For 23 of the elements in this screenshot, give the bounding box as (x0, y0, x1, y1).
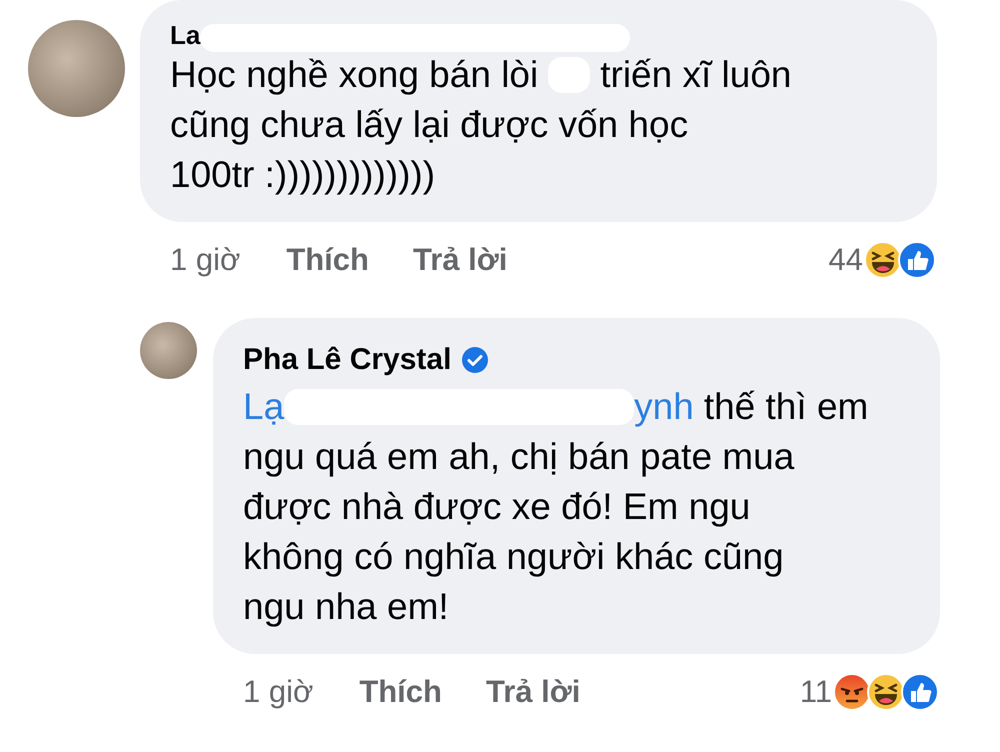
comment-text: thế thì em (704, 385, 868, 429)
comment-text: 100tr :))))))))))))) (170, 153, 436, 197)
comment-text: Học nghề xong bán lòi (170, 53, 538, 97)
thumbs-up-icon (897, 240, 937, 280)
comment-text: ngu quá em ah, chị bán pate mua (243, 435, 794, 479)
comment-text: triến xĩ luôn (600, 53, 792, 97)
like-link[interactable]: Thích (359, 674, 442, 710)
reaction-count[interactable]: 44 (828, 242, 863, 278)
thumbs-up-icon (900, 672, 940, 712)
timestamp: 1 giờ (243, 674, 314, 710)
author-name[interactable]: La (170, 20, 200, 50)
reply-link[interactable]: Trả lời (486, 674, 580, 710)
like-link[interactable]: Thích (286, 242, 369, 278)
reply-link[interactable]: Trả lời (412, 242, 508, 278)
timestamp: 1 giờ (170, 242, 240, 278)
reaction-count[interactable]: 11 (800, 674, 832, 710)
comment-text: được nhà được xe đó! Em ngu (243, 485, 750, 529)
comment-text: ngu nha em! (243, 585, 449, 629)
mention-link[interactable]: Lạ (243, 382, 284, 432)
author-name[interactable]: Pha Lê Crystal (243, 343, 452, 377)
mention-link[interactable]: ynh (634, 382, 694, 432)
comment-text: cũng chưa lấy lại được vốn học (170, 103, 688, 147)
comment-text: không có nghĩa người khác cũng (243, 535, 784, 579)
